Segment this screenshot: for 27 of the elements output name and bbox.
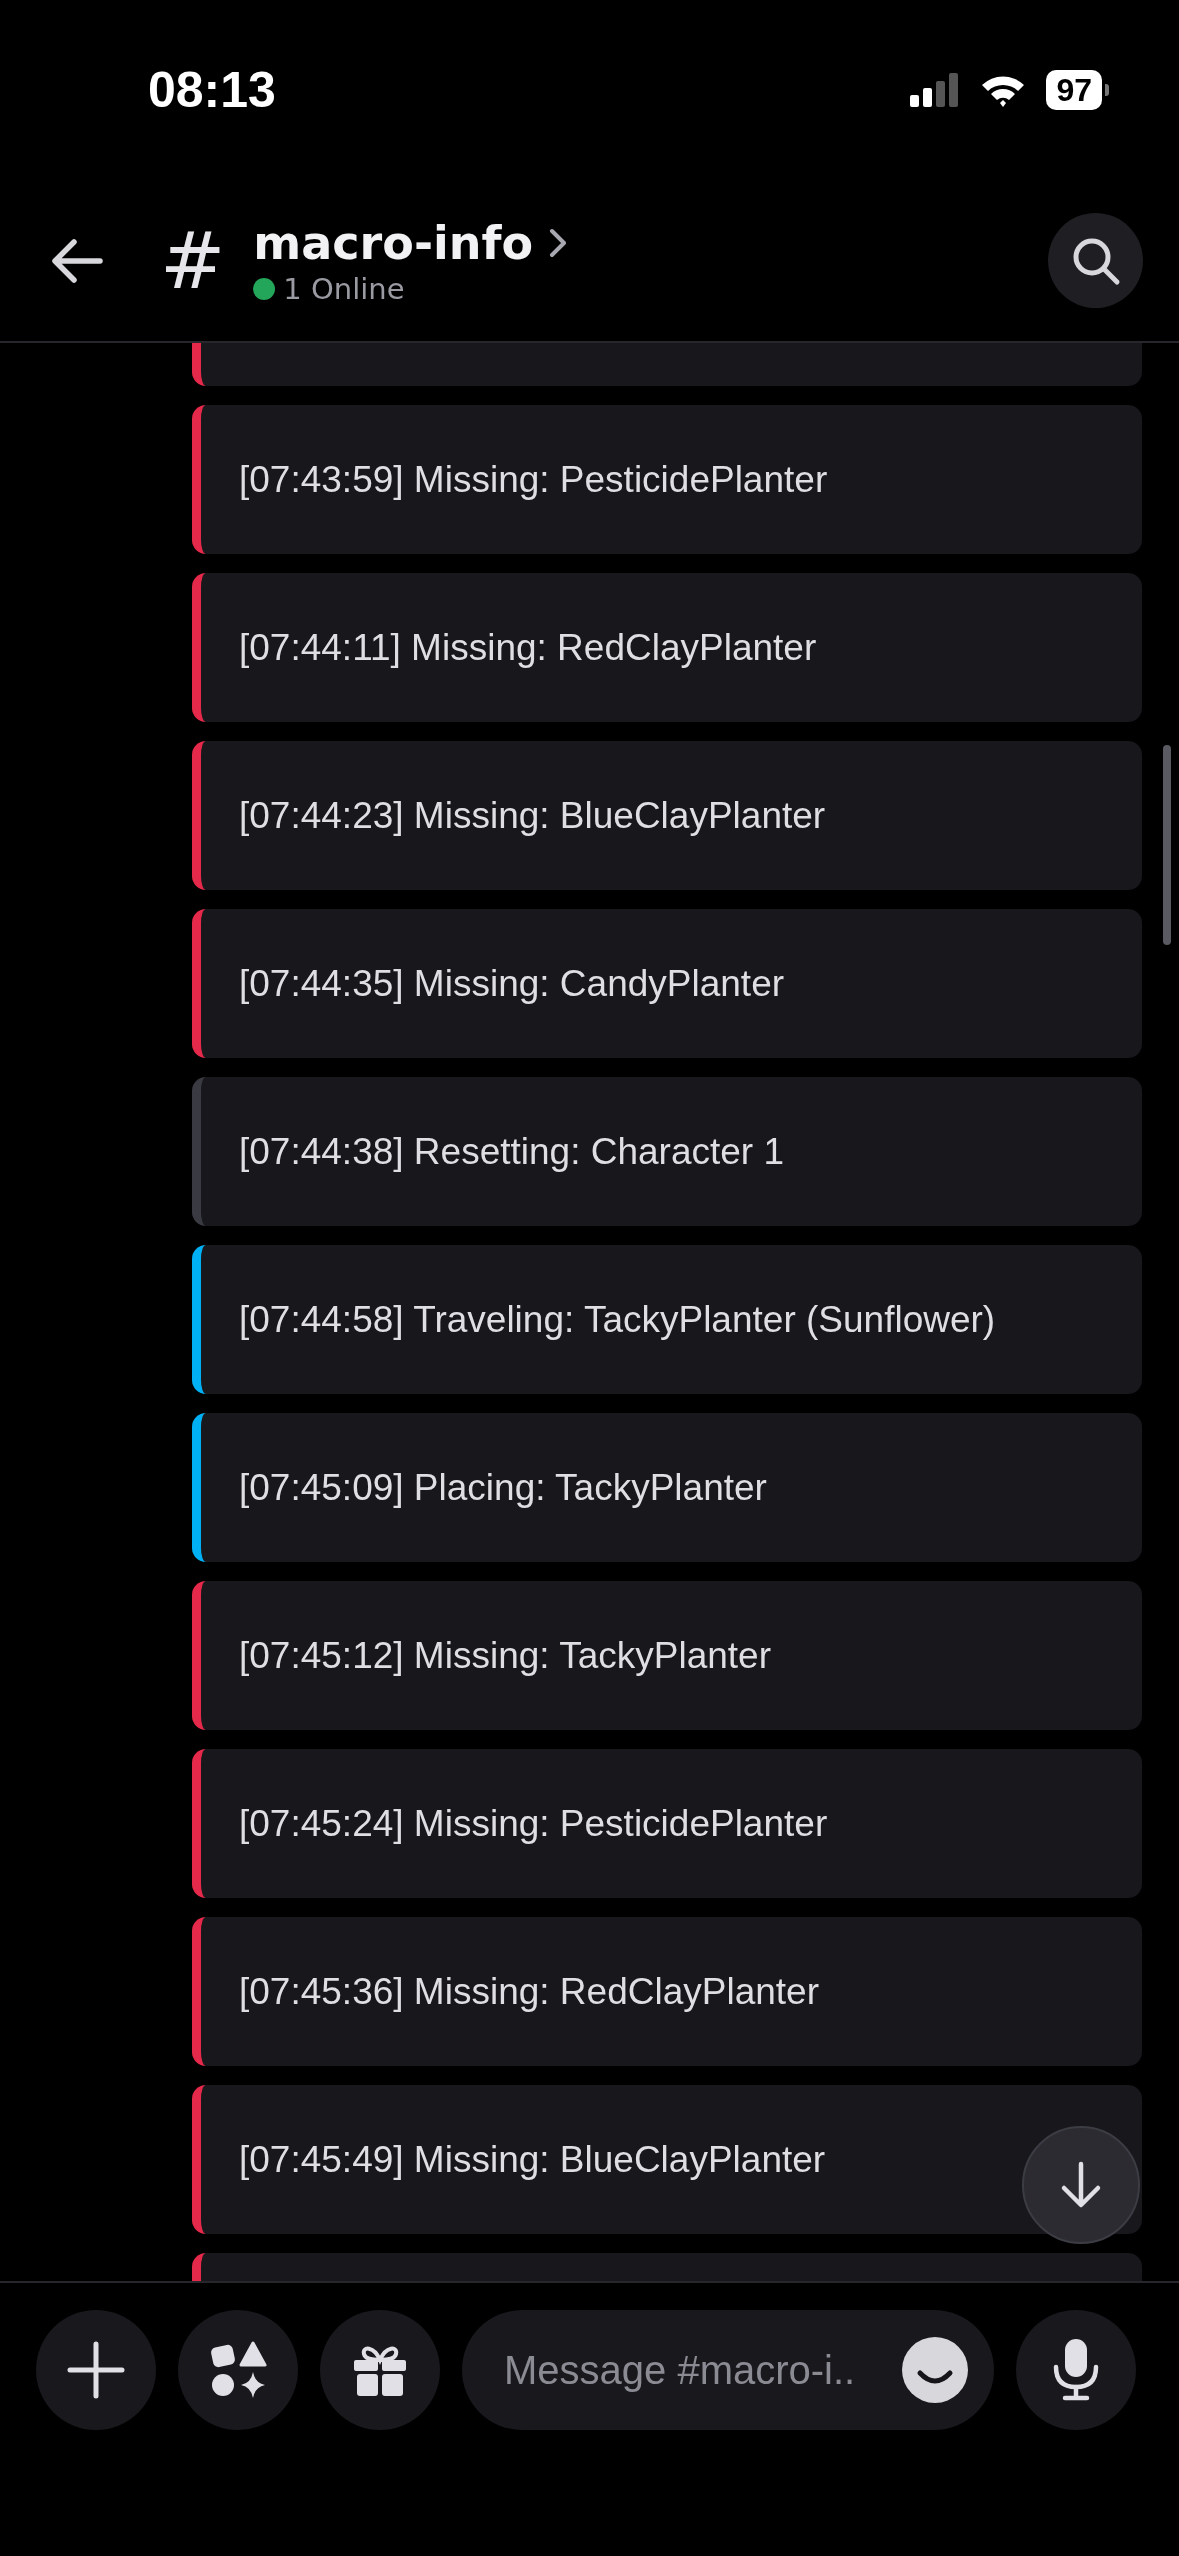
online-status-dot <box>253 277 276 300</box>
log-message: [07:45:12] Missing: TackyPlanter <box>239 1634 771 1677</box>
wifi-icon <box>980 73 1027 107</box>
scrollbar[interactable] <box>1163 745 1171 945</box>
log-message: [07:44:11] Missing: RedClayPlanter <box>239 626 817 669</box>
log-message: [07:44:35] Missing: CandyPlanter <box>239 962 785 1005</box>
back-button[interactable] <box>50 237 104 284</box>
plus-icon <box>66 2340 126 2400</box>
message-input[interactable]: Message #macro-i.. <box>502 2346 892 2394</box>
emoji-icon[interactable] <box>902 2337 968 2403</box>
log-message: [07:45:09] Placing: TackyPlanter <box>239 1466 767 1509</box>
log-message: [07:45:36] Missing: RedClayPlanter <box>239 1970 819 2013</box>
signal-icon <box>910 73 961 107</box>
channel-hash-icon: # <box>160 221 226 300</box>
online-count: 1 Online <box>283 271 405 306</box>
log-message: [07:45:24] Missing: PesticidePlanter <box>239 1802 828 1845</box>
log-message: [07:44:58] Traveling: TackyPlanter (Sunflower) <box>239 1298 996 1341</box>
log-message: [07:43:59] Missing: PesticidePlanter <box>239 458 828 501</box>
log-message: [07:45:49] Missing: BlueClayPlanter <box>239 2138 826 2181</box>
message-bar[interactable]: Message #macro-i.. <box>462 2310 994 2430</box>
status-time: 08:13 <box>148 61 276 119</box>
channel-title[interactable]: macro-info <box>253 215 534 270</box>
log-message: [07:44:38] Resetting: Character 1 <box>239 1130 785 1173</box>
microphone-icon <box>1051 2339 1101 2401</box>
log-message: [07:44:23] Missing: BlueClayPlanter <box>239 794 826 837</box>
chevron-right-icon <box>549 227 568 258</box>
battery-indicator: 97 <box>1046 70 1102 110</box>
